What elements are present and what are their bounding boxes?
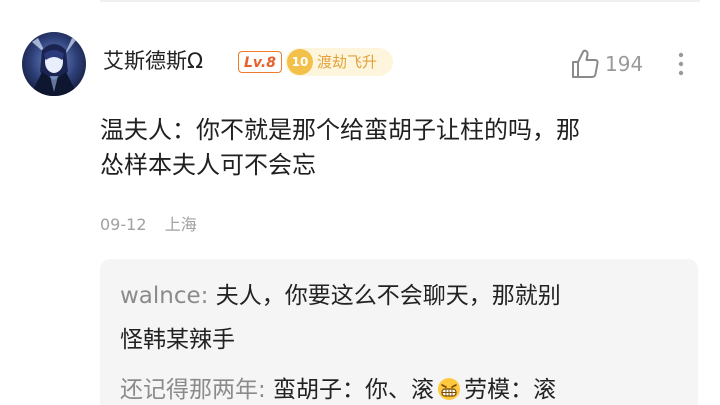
rank-badge: 10 渡劫飞升	[285, 48, 393, 76]
comment-text-line: 怂样本夫人可不会忘	[100, 151, 316, 179]
username[interactable]: 艾斯德斯Ω	[103, 47, 203, 75]
reply-author[interactable]: 还记得那两年	[120, 377, 258, 403]
avatar[interactable]	[22, 32, 86, 96]
comment-page: 艾斯德斯Ω Lv.8 10 渡劫飞升 194 温夫人：你不就是那个给蛮胡子让柱的…	[0, 0, 720, 405]
comment-location: 上海	[164, 215, 197, 234]
divider	[100, 0, 700, 2]
reply-author[interactable]: walnce	[120, 283, 201, 309]
reply-item[interactable]: walnce: 夫人，你要这么不会聊天，那就别	[120, 281, 561, 311]
reply-text-continued: 怪韩某辣手	[120, 327, 235, 353]
reply-list[interactable]: walnce: 夫人，你要这么不会聊天，那就别 怪韩某辣手 还记得那两年: 蛮胡…	[100, 259, 698, 405]
comment-body: 温夫人：你不就是那个给蛮胡子让柱的吗，那 怂样本夫人可不会忘	[100, 113, 700, 183]
grinning-face-emoji-icon	[438, 378, 461, 400]
rank-title: 渡劫飞升	[317, 53, 378, 71]
comment-date: 09-12	[100, 215, 147, 234]
more-options-icon[interactable]	[674, 50, 688, 78]
comment-meta: 09-12 上海	[100, 213, 197, 237]
reply-text: 夫人，你要这么不会聊天，那就别	[208, 283, 561, 309]
reply-text: 蛮胡子：你、滚	[265, 377, 435, 403]
like-count: 194	[605, 52, 644, 76]
rank-number-icon: 10	[287, 49, 313, 75]
reply-separator: :	[258, 377, 266, 403]
reply-item[interactable]: 还记得那两年: 蛮胡子：你、滚 劳模：滚	[120, 375, 556, 405]
comment-text-line: 温夫人：你不就是那个给蛮胡子让柱的吗，那	[100, 116, 580, 144]
level-badge: Lv.8	[238, 51, 282, 73]
reply-text: 劳模：滚	[464, 377, 557, 403]
thumbs-up-icon	[572, 49, 599, 78]
